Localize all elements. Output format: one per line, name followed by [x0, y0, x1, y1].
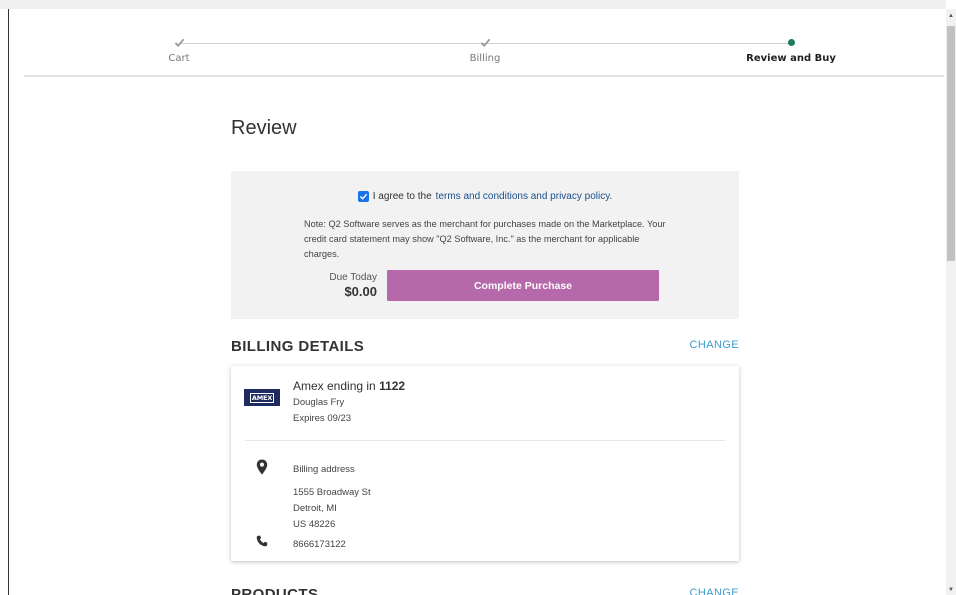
- billing-card: AMEX Amex ending in 1122 Douglas Fry Exp…: [231, 366, 739, 561]
- address-line-3: US 48226: [293, 519, 336, 530]
- card-expiry: Expires 09/23: [293, 413, 352, 424]
- scroll-down-arrow-icon[interactable]: ▼: [946, 585, 956, 595]
- agreement-row: I agree to the terms and conditions and …: [231, 191, 739, 202]
- dot-icon: [787, 38, 795, 46]
- card-divider: [245, 440, 725, 441]
- page-title: Review: [231, 117, 297, 139]
- vertical-scrollbar[interactable]: ▲ ▼: [946, 9, 956, 595]
- step-label: Billing: [469, 53, 501, 64]
- agree-checkbox[interactable]: [357, 191, 369, 202]
- step-billing[interactable]: Billing: [405, 35, 565, 64]
- card-title-prefix: Amex ending in: [293, 379, 376, 393]
- due-label: Due Today: [329, 272, 377, 283]
- products-heading: PRODUCTS: [231, 586, 319, 595]
- billing-details-heading: BILLING DETAILS: [231, 338, 365, 355]
- merchant-note: Note: Q2 Software serves as the merchant…: [304, 219, 666, 259]
- card-last4: 1122: [379, 379, 406, 393]
- agreement-text: I agree to the: [372, 191, 432, 202]
- step-review-and-buy[interactable]: Review and Buy: [711, 35, 871, 64]
- terms-link[interactable]: terms and conditions and privacy policy: [436, 191, 610, 202]
- browser-top-strip: [0, 0, 946, 9]
- phone-number: 8666173122: [293, 539, 346, 550]
- review-summary-panel: I agree to the terms and conditions and …: [231, 171, 739, 319]
- products-change-link[interactable]: CHANGE: [690, 587, 739, 595]
- step-label: Cart: [168, 53, 190, 64]
- scroll-up-arrow-icon[interactable]: ▲: [946, 11, 956, 21]
- card-title: Amex ending in 1122: [293, 379, 405, 393]
- agreement-suffix: .: [609, 191, 613, 202]
- check-icon: [480, 38, 490, 47]
- check-icon: [174, 38, 184, 47]
- due-amount: $0.00: [344, 284, 377, 299]
- billing-change-link[interactable]: CHANGE: [690, 339, 739, 351]
- step-cart[interactable]: Cart: [99, 35, 259, 64]
- phone-icon: [256, 535, 268, 547]
- amex-logo: AMEX: [244, 389, 280, 406]
- card-holder: Douglas Fry: [293, 397, 345, 408]
- checkbox-checked-icon: [359, 193, 367, 200]
- scroll-thumb[interactable]: [947, 26, 955, 261]
- billing-address-label: Billing address: [293, 464, 355, 475]
- map-pin-icon: [256, 459, 268, 475]
- address-line-2: Detroit, MI: [293, 503, 337, 514]
- complete-purchase-button[interactable]: Complete Purchase: [387, 270, 659, 301]
- step-label: Review and Buy: [746, 53, 836, 64]
- due-today: Due Today $0.00: [311, 272, 377, 299]
- window-left-border: [8, 9, 9, 595]
- checkout-stepper: Cart Billing Review and Buy: [24, 9, 944, 77]
- address-line-1: 1555 Broadway St: [293, 487, 371, 498]
